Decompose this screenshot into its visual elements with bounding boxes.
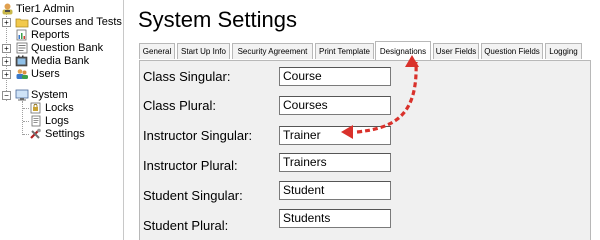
student-plural-label: Student Plural: bbox=[143, 218, 229, 233]
question-bank-icon bbox=[15, 42, 29, 54]
expand-icon[interactable]: + bbox=[2, 57, 11, 66]
tab-logging[interactable]: Logging bbox=[545, 43, 582, 59]
tree-item-label: Logs bbox=[45, 115, 69, 127]
instructor-singular-field[interactable]: Trainer bbox=[279, 126, 391, 145]
lock-icon bbox=[29, 102, 43, 114]
tab-start-up-info[interactable]: Start Up Info bbox=[177, 43, 230, 59]
admin-user-icon bbox=[1, 3, 15, 15]
class-singular-label: Class Singular: bbox=[143, 69, 231, 84]
tree-item-courses-and-tests[interactable]: + Courses and Tests bbox=[2, 16, 122, 29]
settings-icon bbox=[29, 128, 43, 140]
expand-icon[interactable]: + bbox=[2, 18, 11, 27]
computer-icon bbox=[15, 89, 29, 101]
media-icon bbox=[15, 55, 29, 67]
tab-print-template[interactable]: Print Template bbox=[315, 43, 374, 59]
class-plural-field[interactable]: Courses bbox=[279, 96, 391, 115]
tree-item-label: Courses and Tests bbox=[31, 16, 122, 28]
tree-item-label: Media Bank bbox=[31, 55, 90, 67]
tree-item-label: Reports bbox=[31, 29, 70, 41]
tree-root[interactable]: Tier1 Admin bbox=[1, 3, 121, 16]
page-title: System Settings bbox=[138, 7, 297, 32]
tab-security-agreement[interactable]: Security Agreement bbox=[232, 43, 313, 59]
tree-item-logs[interactable]: Logs bbox=[29, 115, 121, 128]
tree-item-media-bank[interactable]: + Media Bank bbox=[2, 55, 122, 68]
student-singular-field[interactable]: Student bbox=[279, 181, 391, 200]
tree-item-label: System bbox=[31, 89, 68, 101]
report-icon bbox=[15, 29, 29, 41]
instructor-plural-label: Instructor Plural: bbox=[143, 158, 238, 173]
users-icon bbox=[15, 68, 29, 80]
instructor-singular-label: Instructor Singular: bbox=[143, 128, 253, 143]
instructor-plural-field[interactable]: Trainers bbox=[279, 153, 391, 172]
tree-item-locks[interactable]: Locks bbox=[29, 102, 121, 115]
tab-user-fields[interactable]: User Fields bbox=[433, 43, 479, 59]
class-singular-field[interactable]: Course bbox=[279, 67, 391, 86]
tree-item-reports[interactable]: Reports bbox=[2, 29, 122, 42]
navigation-tree: Tier1 Admin + Courses and Tests Reports … bbox=[0, 0, 124, 240]
expand-icon[interactable]: + bbox=[2, 44, 11, 53]
tree-item-system[interactable]: − System bbox=[2, 89, 122, 102]
tree-item-label: Locks bbox=[45, 102, 74, 114]
tab-designations[interactable]: Designations bbox=[375, 41, 431, 60]
tree-item-question-bank[interactable]: + Question Bank bbox=[2, 42, 122, 55]
collapse-icon[interactable]: − bbox=[2, 91, 11, 100]
log-icon bbox=[29, 115, 43, 127]
tree-item-label: Settings bbox=[45, 128, 85, 140]
student-plural-field[interactable]: Students bbox=[279, 209, 391, 228]
tree-root-label: Tier1 Admin bbox=[16, 3, 75, 15]
tree-connector bbox=[22, 101, 23, 135]
tree-item-label: Users bbox=[31, 68, 60, 80]
student-singular-label: Student Singular: bbox=[143, 188, 243, 203]
class-plural-label: Class Plural: bbox=[143, 98, 216, 113]
tab-question-fields[interactable]: Question Fields bbox=[481, 43, 543, 59]
tab-general[interactable]: General bbox=[139, 43, 175, 59]
tree-item-settings[interactable]: Settings bbox=[29, 128, 121, 141]
tree-item-label: Question Bank bbox=[31, 42, 104, 54]
folder-icon bbox=[15, 16, 29, 28]
expand-icon[interactable]: + bbox=[2, 70, 11, 79]
tree-item-users[interactable]: + Users bbox=[2, 68, 122, 81]
